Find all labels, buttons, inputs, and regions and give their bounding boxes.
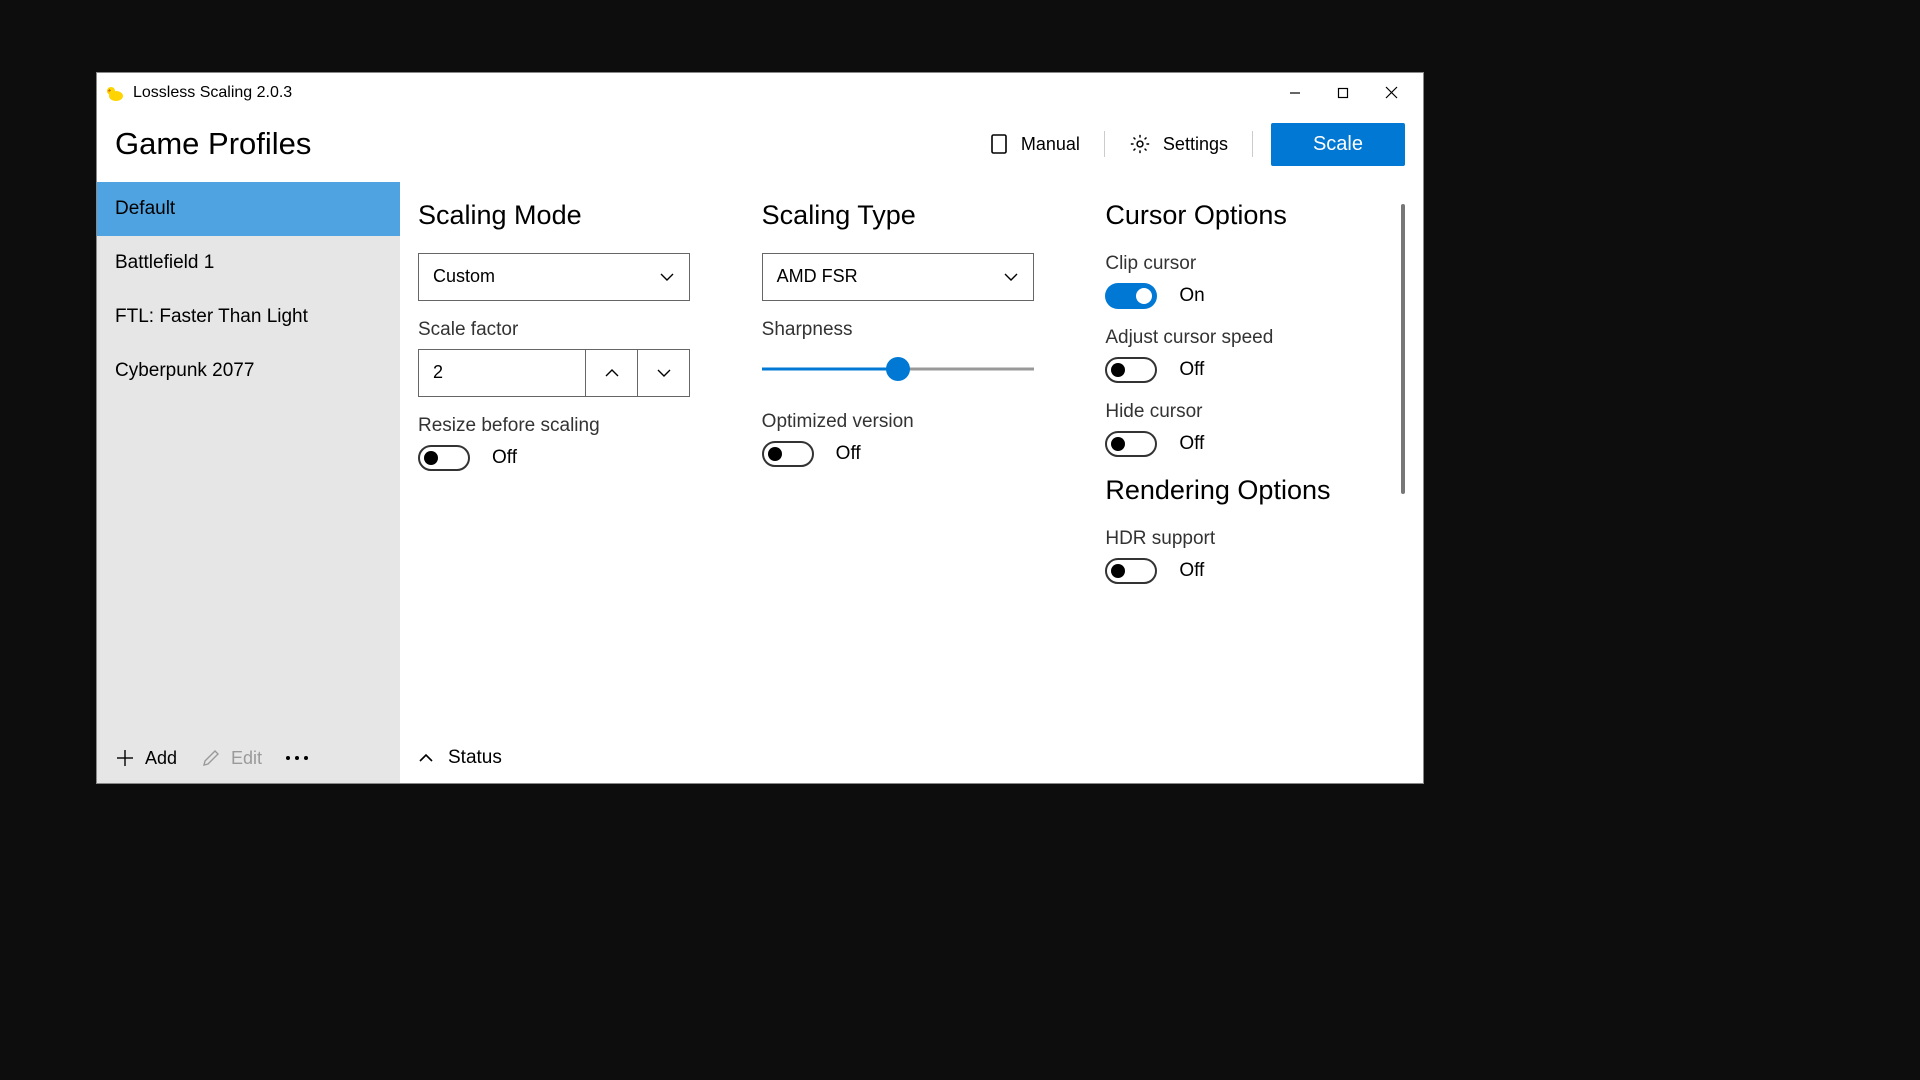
add-profile-button[interactable]: Add <box>115 748 177 769</box>
profile-item-battlefield-1[interactable]: Battlefield 1 <box>97 236 400 290</box>
clip-cursor-toggle[interactable] <box>1105 283 1157 309</box>
separator <box>1252 131 1253 157</box>
maximize-button[interactable] <box>1319 77 1367 109</box>
chevron-down-icon <box>659 272 675 282</box>
scrollbar[interactable] <box>1401 204 1405 494</box>
edit-label: Edit <box>231 748 262 769</box>
scale-button-label: Scale <box>1313 133 1363 155</box>
resize-before-scaling-label: Resize before scaling <box>418 415 706 437</box>
gear-icon <box>1129 133 1151 155</box>
content-area: Scaling Mode Custom Scale factor 2 <box>400 182 1423 783</box>
sharpness-label: Sharpness <box>762 319 1050 341</box>
titlebar: Lossless Scaling 2.0.3 <box>97 73 1423 113</box>
status-expander[interactable]: Status <box>400 735 1423 783</box>
separator <box>1104 131 1105 157</box>
chevron-up-icon <box>418 753 434 763</box>
header: Game Profiles Manual Settings Scale <box>97 113 1423 182</box>
profile-item-cyberpunk-2077[interactable]: Cyberpunk 2077 <box>97 344 400 398</box>
chevron-down-icon <box>1003 272 1019 282</box>
sharpness-slider[interactable] <box>762 357 1034 381</box>
hdr-support-label: HDR support <box>1105 528 1393 550</box>
right-column: Cursor Options Clip cursor On Adjust cur… <box>1105 200 1405 735</box>
scaling-mode-title: Scaling Mode <box>418 200 706 231</box>
resize-before-scaling-toggle[interactable] <box>418 445 470 471</box>
hide-cursor-toggle[interactable] <box>1105 431 1157 457</box>
app-icon <box>105 83 125 103</box>
dropdown-value: AMD FSR <box>777 266 858 287</box>
window-title: Lossless Scaling 2.0.3 <box>133 84 292 102</box>
manual-button[interactable]: Manual <box>983 129 1086 159</box>
status-label: Status <box>448 747 502 769</box>
hide-cursor-state: Off <box>1179 433 1204 455</box>
profile-item-default[interactable]: Default <box>97 182 400 236</box>
scale-factor-value: 2 <box>419 350 585 396</box>
optimized-version-label: Optimized version <box>762 411 1050 433</box>
dropdown-value: Custom <box>433 266 495 287</box>
adjust-cursor-speed-state: Off <box>1179 359 1204 381</box>
scaling-type-column: Scaling Type AMD FSR Sharpness <box>762 200 1050 735</box>
hdr-support-toggle[interactable] <box>1105 558 1157 584</box>
edit-profile-button[interactable]: Edit <box>201 748 262 769</box>
scale-button[interactable]: Scale <box>1271 123 1405 166</box>
profile-label: Battlefield 1 <box>115 252 214 273</box>
adjust-cursor-speed-label: Adjust cursor speed <box>1105 327 1393 349</box>
profile-label: FTL: Faster Than Light <box>115 306 308 327</box>
settings-button[interactable]: Settings <box>1123 129 1234 159</box>
clip-cursor-label: Clip cursor <box>1105 253 1393 275</box>
sidebar-footer: Add Edit <box>97 736 400 783</box>
plus-icon <box>115 748 135 768</box>
optimized-version-toggle[interactable] <box>762 441 814 467</box>
scaling-mode-column: Scaling Mode Custom Scale factor 2 <box>418 200 706 735</box>
app-window: Lossless Scaling 2.0.3 Game Profiles Man… <box>96 72 1424 784</box>
slider-thumb[interactable] <box>886 357 910 381</box>
cursor-options-title: Cursor Options <box>1105 200 1393 231</box>
adjust-cursor-speed-toggle[interactable] <box>1105 357 1157 383</box>
pencil-icon <box>201 748 221 768</box>
hide-cursor-label: Hide cursor <box>1105 401 1393 423</box>
scaling-type-dropdown[interactable]: AMD FSR <box>762 253 1034 301</box>
hdr-support-state: Off <box>1179 560 1204 582</box>
profile-item-ftl[interactable]: FTL: Faster Than Light <box>97 290 400 344</box>
spinner-up-button[interactable] <box>585 350 637 396</box>
add-label: Add <box>145 748 177 769</box>
more-options-button[interactable] <box>286 756 308 760</box>
sidebar: Default Battlefield 1 FTL: Faster Than L… <box>97 182 400 783</box>
scale-factor-label: Scale factor <box>418 319 706 341</box>
scale-factor-spinner[interactable]: 2 <box>418 349 690 397</box>
profile-label: Default <box>115 198 175 219</box>
minimize-button[interactable] <box>1271 77 1319 109</box>
scaling-type-title: Scaling Type <box>762 200 1050 231</box>
optimized-version-state: Off <box>836 443 861 465</box>
scaling-mode-dropdown[interactable]: Custom <box>418 253 690 301</box>
manual-label: Manual <box>1021 134 1080 155</box>
clip-cursor-state: On <box>1179 285 1204 307</box>
manual-icon <box>989 133 1009 155</box>
spinner-down-button[interactable] <box>637 350 689 396</box>
resize-before-scaling-state: Off <box>492 447 517 469</box>
profile-list: Default Battlefield 1 FTL: Faster Than L… <box>97 182 400 736</box>
profile-label: Cyberpunk 2077 <box>115 360 254 381</box>
settings-label: Settings <box>1163 134 1228 155</box>
rendering-options-title: Rendering Options <box>1105 475 1393 506</box>
close-button[interactable] <box>1367 77 1415 109</box>
page-title: Game Profiles <box>115 126 311 162</box>
